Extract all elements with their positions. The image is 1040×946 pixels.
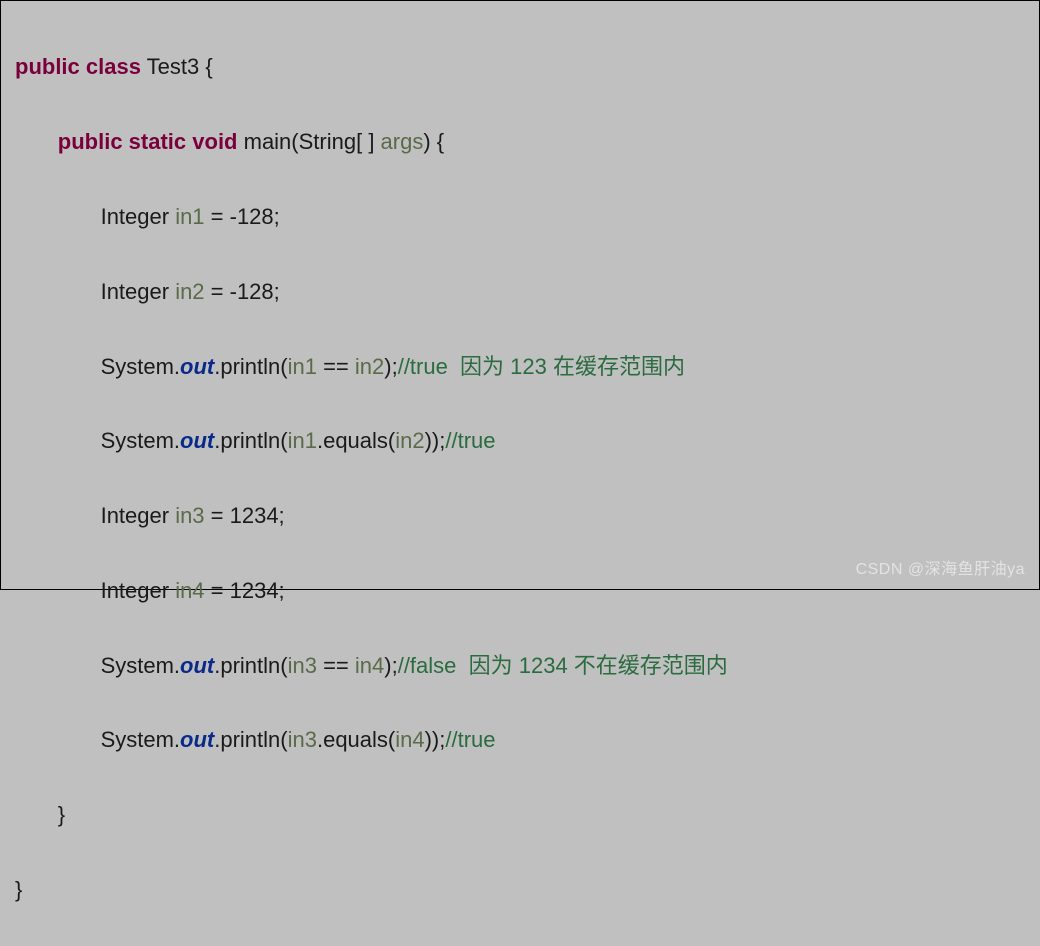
- close: );: [384, 653, 397, 678]
- assign: = 1234;: [205, 503, 285, 528]
- call: .println(: [214, 354, 287, 379]
- variable: in1: [288, 428, 317, 453]
- sys: System.: [101, 653, 180, 678]
- comment: //true: [445, 727, 495, 752]
- call: .println(: [214, 653, 287, 678]
- call: .println(: [214, 727, 287, 752]
- type: Integer: [101, 578, 176, 603]
- sys: System.: [101, 354, 180, 379]
- indent: [15, 653, 101, 678]
- assign: = -128;: [205, 204, 280, 229]
- sys: System.: [101, 428, 180, 453]
- type: Integer: [101, 204, 176, 229]
- keyword: public class: [15, 54, 141, 79]
- close: ) {: [423, 129, 444, 154]
- type: Integer: [101, 503, 176, 528]
- code-line: public static void main(String[ ] args) …: [15, 123, 1025, 160]
- variable: in4: [355, 653, 384, 678]
- comment: //true: [445, 428, 495, 453]
- indent: [15, 578, 101, 603]
- variable: in3: [175, 503, 204, 528]
- keyword: public static void: [58, 129, 238, 154]
- call: .equals(: [317, 727, 395, 752]
- variable: in3: [288, 653, 317, 678]
- variable: in2: [175, 279, 204, 304]
- out-field: out: [180, 653, 214, 678]
- out-field: out: [180, 727, 214, 752]
- indent: [15, 354, 101, 379]
- indent: [15, 428, 101, 453]
- out-field: out: [180, 428, 214, 453]
- op: ==: [317, 354, 355, 379]
- code-line: System.out.println(in3 == in4);//false 因…: [15, 647, 1025, 684]
- call: .equals(: [317, 428, 395, 453]
- variable: in1: [175, 204, 204, 229]
- watermark: CSDN @深海鱼肝油ya: [856, 556, 1025, 583]
- indent: [15, 279, 101, 304]
- close: ));: [425, 428, 446, 453]
- variable: in2: [395, 428, 424, 453]
- method-sig: main(String[ ]: [238, 129, 381, 154]
- class-name: Test3 {: [141, 54, 213, 79]
- code-block: public class Test3 { public static void …: [15, 11, 1025, 946]
- indent: [15, 727, 101, 752]
- code-line: System.out.println(in3.equals(in4));//tr…: [15, 721, 1025, 758]
- code-line: System.out.println(in1.equals(in2));//tr…: [15, 422, 1025, 459]
- brace: }: [58, 802, 65, 827]
- assign: = -128;: [205, 279, 280, 304]
- indent: [15, 802, 58, 827]
- comment: //true 因为 123 在缓存范围内: [398, 354, 685, 379]
- indent: [15, 503, 101, 528]
- code-line: }: [15, 871, 1025, 908]
- code-line: public class Test3 {: [15, 48, 1025, 85]
- comment: //false 因为 1234 不在缓存范围内: [398, 653, 728, 678]
- indent: [15, 129, 58, 154]
- variable: in1: [288, 354, 317, 379]
- brace: }: [15, 877, 22, 902]
- close: );: [384, 354, 397, 379]
- assign: = 1234;: [205, 578, 285, 603]
- sys: System.: [101, 727, 180, 752]
- variable: in4: [175, 578, 204, 603]
- variable: in3: [288, 727, 317, 752]
- code-line: System.out.println(in1 == in2);//true 因为…: [15, 348, 1025, 385]
- param: args: [381, 129, 424, 154]
- variable: in4: [395, 727, 424, 752]
- out-field: out: [180, 354, 214, 379]
- call: .println(: [214, 428, 287, 453]
- op: ==: [317, 653, 355, 678]
- indent: [15, 204, 101, 229]
- code-line: Integer in2 = -128;: [15, 273, 1025, 310]
- code-line: Integer in1 = -128;: [15, 198, 1025, 235]
- code-line: }: [15, 796, 1025, 833]
- variable: in2: [355, 354, 384, 379]
- type: Integer: [101, 279, 176, 304]
- close: ));: [425, 727, 446, 752]
- code-line: Integer in3 = 1234;: [15, 497, 1025, 534]
